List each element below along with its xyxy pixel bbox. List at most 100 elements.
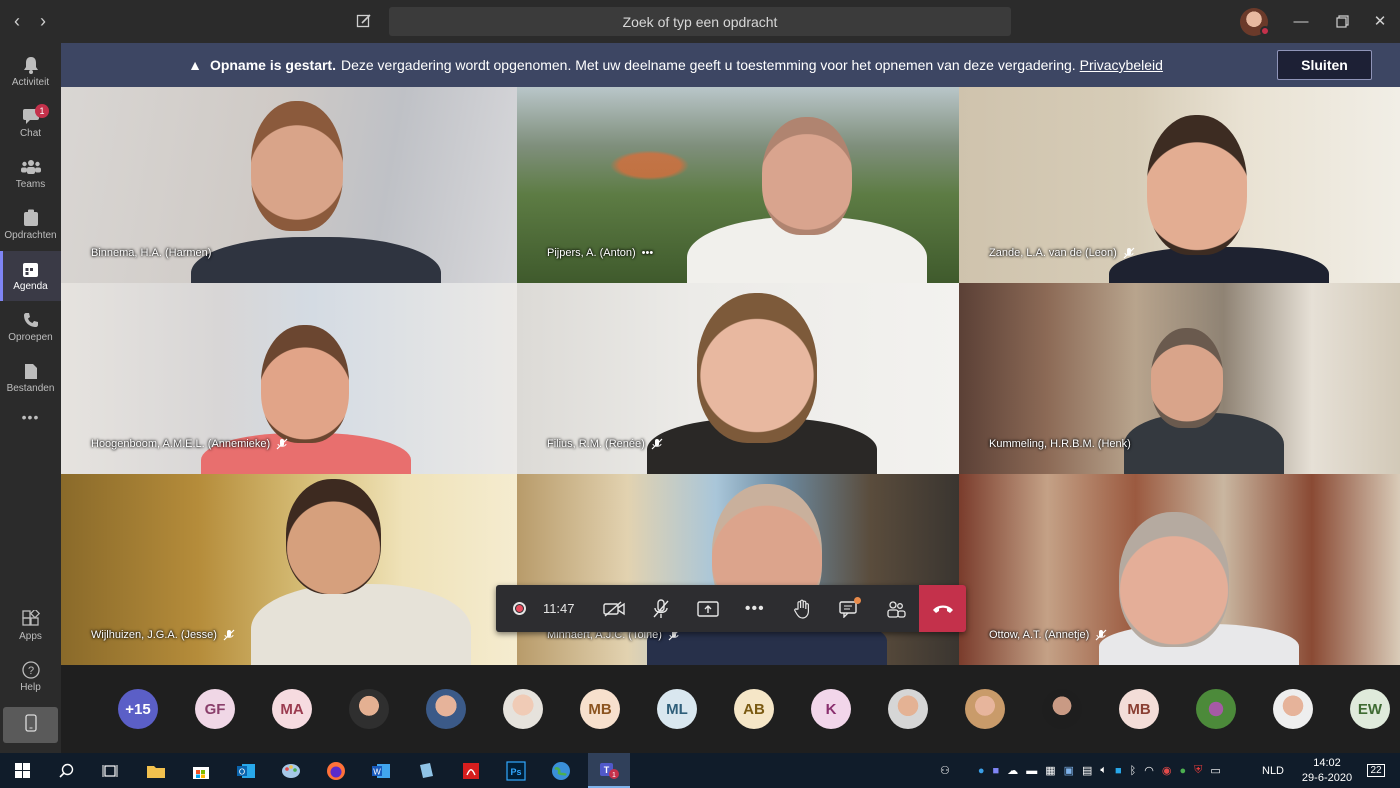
- maximize-icon[interactable]: [1322, 8, 1362, 34]
- rail-item-files[interactable]: Bestanden: [0, 353, 61, 403]
- rail-item-activity[interactable]: Activiteit: [0, 47, 61, 97]
- globe-app-icon[interactable]: [541, 753, 581, 788]
- roster-avatar[interactable]: [965, 689, 1005, 729]
- roster-avatar[interactable]: MB: [580, 689, 620, 729]
- rail-item-assignments[interactable]: Opdrachten: [0, 200, 61, 250]
- tray-app-icon[interactable]: ◉: [1162, 764, 1172, 777]
- device-button[interactable]: [3, 707, 58, 743]
- firefox-icon[interactable]: [316, 753, 356, 788]
- compose-icon[interactable]: [352, 9, 376, 33]
- mic-toggle-button[interactable]: [637, 585, 684, 632]
- file-explorer-icon[interactable]: [136, 753, 176, 788]
- hang-up-button[interactable]: [919, 585, 967, 632]
- roster-avatar[interactable]: K: [811, 689, 851, 729]
- recording-indicator: [496, 585, 543, 632]
- minimize-icon[interactable]: —: [1281, 8, 1321, 34]
- roster-avatar[interactable]: [349, 689, 389, 729]
- video-tile[interactable]: Minnaert, A.J.C. (Toine): [517, 474, 959, 665]
- banner-title: Opname is gestart.: [209, 57, 336, 73]
- roster-avatar[interactable]: [888, 689, 928, 729]
- bluetooth-icon[interactable]: ᛒ: [1130, 765, 1137, 777]
- video-tile[interactable]: Ottow, A.T. (Annetje): [959, 474, 1400, 665]
- roster-avatar[interactable]: [1042, 689, 1082, 729]
- mic-off-icon: [651, 438, 663, 450]
- tray-skype-icon[interactable]: ●: [978, 765, 985, 777]
- rail-item-calls[interactable]: Oproepen: [0, 302, 61, 352]
- teams-taskbar-icon[interactable]: T1: [588, 753, 630, 788]
- tray-app-icon[interactable]: ▦: [1045, 764, 1055, 777]
- notification-count: 22: [1367, 764, 1385, 777]
- more-apps-button[interactable]: •••: [0, 401, 61, 433]
- acrobat-icon[interactable]: [451, 753, 491, 788]
- video-tile[interactable]: Pijpers, A. (Anton) •••: [517, 87, 959, 283]
- rail-item-calendar[interactable]: Agenda: [0, 251, 61, 301]
- tray-outlook-icon[interactable]: ■: [1115, 765, 1122, 777]
- roster-avatar[interactable]: +15: [118, 689, 158, 729]
- paint-icon[interactable]: [271, 753, 311, 788]
- volume-icon[interactable]: 🔈︎: [1100, 764, 1107, 777]
- word-icon[interactable]: W: [361, 753, 401, 788]
- roster-avatar[interactable]: [503, 689, 543, 729]
- video-tile[interactable]: Filius, R.M. (Renée): [517, 283, 959, 474]
- share-screen-button[interactable]: [684, 585, 731, 632]
- tray-app-icon[interactable]: ▣: [1064, 764, 1074, 777]
- close-banner-button[interactable]: Sluiten: [1277, 50, 1372, 80]
- task-view-icon[interactable]: [90, 753, 130, 788]
- notes-icon[interactable]: [406, 753, 446, 788]
- privacy-link[interactable]: Privacybeleid: [1080, 57, 1163, 73]
- rail-item-teams[interactable]: Teams: [0, 149, 61, 199]
- rail-item-apps[interactable]: Apps: [0, 601, 61, 651]
- rail-label: Chat: [19, 128, 42, 139]
- tray-onedrive-icon[interactable]: ☁: [1007, 764, 1018, 777]
- video-tile[interactable]: Kummeling, H.R.B.M. (Henk): [959, 283, 1400, 474]
- roster-avatar[interactable]: GF: [195, 689, 235, 729]
- video-tile[interactable]: Wijlhuizen, J.G.A. (Jesse): [61, 474, 517, 665]
- camera-toggle-button[interactable]: [591, 585, 638, 632]
- participants-button[interactable]: [872, 585, 919, 632]
- rail-item-chat[interactable]: Chat 1: [0, 98, 61, 148]
- raise-hand-button[interactable]: [778, 585, 825, 632]
- forward-icon[interactable]: ›: [30, 8, 56, 34]
- participant-name: Wijlhuizen, J.G.A. (Jesse): [91, 629, 217, 641]
- roster-avatar[interactable]: EW: [1350, 689, 1390, 729]
- video-tile[interactable]: Hoogenboom, A.M.E.L. (Annemieke): [61, 283, 517, 474]
- tray-globe-icon[interactable]: ●: [1180, 765, 1187, 777]
- search-icon[interactable]: [46, 753, 86, 788]
- chat-button[interactable]: [825, 585, 872, 632]
- roster-avatar[interactable]: [426, 689, 466, 729]
- phone-icon: [20, 311, 42, 329]
- people-icon[interactable]: ⚇: [940, 764, 950, 777]
- back-icon[interactable]: ‹: [4, 8, 30, 34]
- roster-avatar[interactable]: MA: [272, 689, 312, 729]
- rail-item-help[interactable]: ? Help: [0, 652, 61, 702]
- tray-app-icon[interactable]: ▤: [1082, 764, 1092, 777]
- clock[interactable]: 14:02 29-6-2020: [1296, 753, 1358, 788]
- wifi-icon[interactable]: ◠: [1144, 764, 1154, 777]
- more-options-icon[interactable]: •••: [642, 247, 654, 259]
- language-indicator[interactable]: NLD: [1262, 753, 1284, 788]
- rail-label: Oproepen: [8, 332, 53, 343]
- call-controls: 11:47 •••: [496, 585, 967, 632]
- more-actions-button[interactable]: •••: [731, 585, 778, 632]
- tray-app-icon[interactable]: ▭: [1210, 764, 1220, 777]
- roster-avatar[interactable]: [1273, 689, 1313, 729]
- store-icon[interactable]: [181, 753, 221, 788]
- search-input[interactable]: Zoek of typ een opdracht: [389, 7, 1011, 36]
- roster-avatar[interactable]: AB: [734, 689, 774, 729]
- photoshop-icon[interactable]: Ps: [496, 753, 536, 788]
- assignments-icon: [20, 209, 42, 227]
- roster-initials: ML: [666, 700, 688, 718]
- video-tile[interactable]: Binnema, H.A. (Harmen): [61, 87, 517, 283]
- video-tile[interactable]: Zande, L.A. van de (Leon): [959, 87, 1400, 283]
- mic-off-icon: [653, 598, 669, 618]
- outlook-icon[interactable]: O: [226, 753, 266, 788]
- roster-avatar[interactable]: ML: [657, 689, 697, 729]
- tray-shield-icon[interactable]: ⛨: [1194, 764, 1202, 777]
- notification-center-icon[interactable]: 22: [1364, 753, 1388, 788]
- participant-name: Ottow, A.T. (Annetje): [989, 629, 1090, 641]
- roster-avatar[interactable]: [1196, 689, 1236, 729]
- close-icon[interactable]: ✕: [1360, 8, 1400, 34]
- tray-teams-icon[interactable]: ■: [993, 765, 1000, 777]
- windows-start-icon[interactable]: [2, 753, 42, 788]
- roster-avatar[interactable]: MB: [1119, 689, 1159, 729]
